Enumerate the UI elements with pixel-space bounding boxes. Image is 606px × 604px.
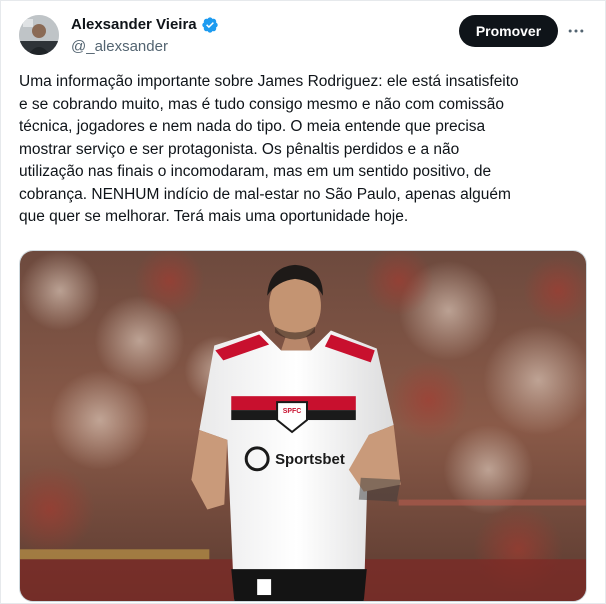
author-avatar[interactable]	[19, 15, 59, 55]
jersey-sponsor-text: Sportsbet	[275, 451, 345, 468]
avatar-image	[19, 15, 59, 55]
more-options-button[interactable]	[563, 19, 589, 43]
tweet-card: Alexsander Vieira @_alexsander Promover …	[0, 0, 606, 604]
crest-text: SPFC	[283, 408, 302, 415]
author-handle[interactable]: @_alexsander	[71, 37, 219, 57]
author-display-name[interactable]: Alexsander Vieira	[71, 15, 197, 35]
more-horizontal-icon	[568, 29, 584, 33]
promote-button[interactable]: Promover	[459, 15, 558, 47]
tweet-media-photo[interactable]: SPFC Sportsbet	[19, 250, 587, 602]
tweet-text: Uma informação importante sobre James Ro…	[19, 73, 519, 225]
author-info: Alexsander Vieira @_alexsander	[71, 15, 219, 57]
verified-badge-icon	[201, 16, 219, 34]
player-photo: SPFC Sportsbet	[20, 251, 586, 601]
